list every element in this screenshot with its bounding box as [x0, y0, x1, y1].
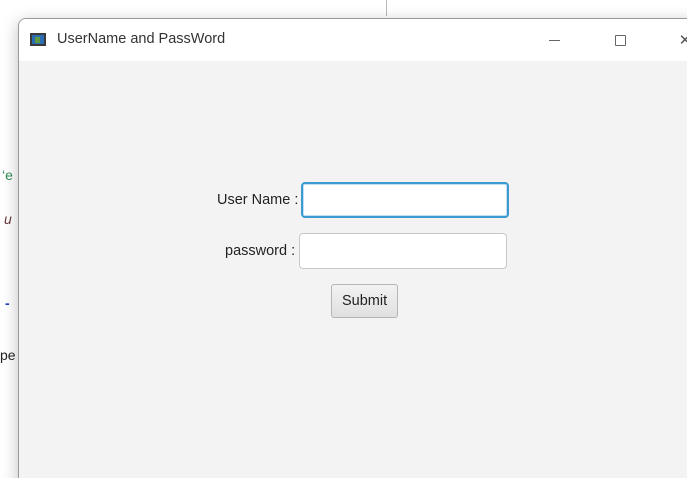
window-title: UserName and PassWord — [57, 31, 226, 47]
java-app-icon — [30, 33, 46, 46]
title-bar[interactable]: UserName and PassWord ✕ — [19, 19, 687, 61]
password-row: password : — [225, 233, 508, 269]
background-code-fragment: ‘e — [2, 167, 13, 183]
submit-button[interactable]: Submit — [331, 284, 399, 318]
background-code-fragment: - — [5, 295, 10, 311]
close-icon: ✕ — [679, 31, 687, 49]
username-input[interactable] — [301, 182, 510, 218]
minimize-button[interactable] — [531, 19, 577, 61]
password-label: password : — [225, 243, 296, 259]
background-code-fragment: u — [4, 211, 12, 227]
maximize-button[interactable] — [597, 19, 643, 61]
app-icon-inner — [35, 37, 40, 43]
login-window: UserName and PassWord ✕ User Name : pass… — [18, 18, 687, 478]
background-code-fragment: pe — [0, 347, 16, 363]
close-button[interactable]: ✕ — [662, 19, 687, 61]
password-input[interactable] — [299, 233, 508, 269]
username-label: User Name : — [217, 192, 299, 208]
username-row: User Name : — [217, 182, 510, 218]
maximize-icon — [614, 34, 626, 46]
editor-divider — [386, 0, 387, 16]
minimize-icon — [548, 39, 560, 41]
screen: ‘e u - pe UserName and PassWord ✕ User N… — [0, 0, 687, 478]
